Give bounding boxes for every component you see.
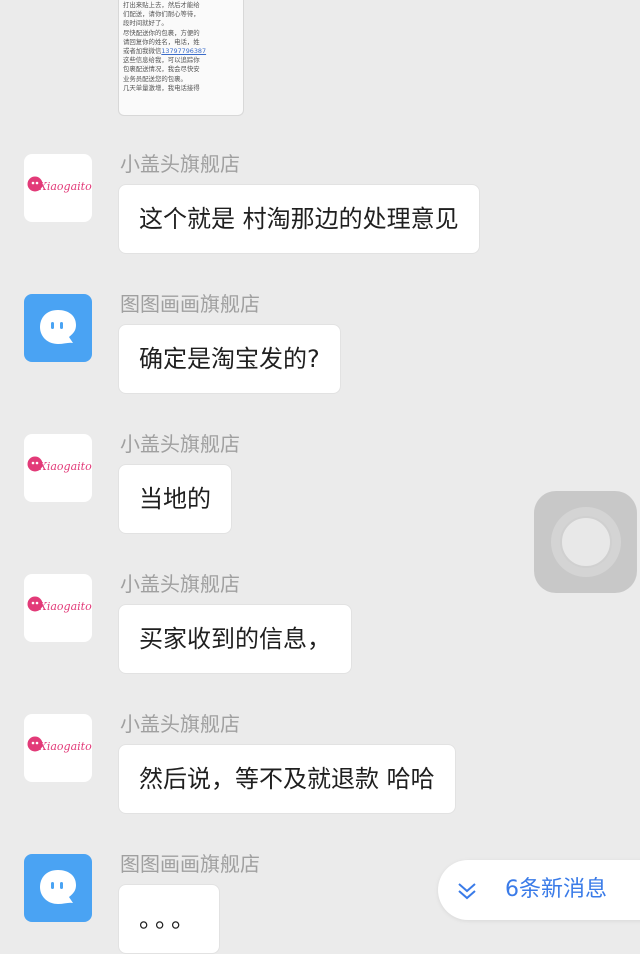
logo-text: Xiaogaitou (38, 600, 92, 613)
avatar[interactable]: Xiaogaitou (24, 574, 92, 642)
image-text-line: 或者加我微信13797796387 (123, 47, 239, 56)
image-text-line: 段时间就好了。 (123, 19, 168, 28)
sender-name: 图图画画旗舰店 (120, 852, 260, 876)
message-bubble[interactable]: 确定是淘宝发的? (118, 324, 341, 394)
chat-bubble-avatar-icon (40, 310, 76, 344)
logo-text: Xiaogaitou (38, 740, 92, 753)
image-text-line: 打出来贴上去，然后才能给 (123, 1, 200, 9)
sender-name: 小盖头旗舰店 (120, 152, 240, 176)
xiaogaitou-logo-icon: Xiaogaitou (27, 596, 92, 613)
avatar[interactable]: Xiaogaitou (24, 154, 92, 222)
shared-image-message[interactable]: 打出来贴上去，然后才能给 们配送，请你们耐心等待， 段时间就好了。 尽快配送你的… (118, 0, 244, 116)
new-messages-label: 6条新消息 (505, 877, 607, 902)
logo-text: Xiaogaitou (38, 180, 92, 193)
avatar[interactable] (24, 854, 92, 922)
assistive-touch-center (560, 516, 612, 568)
image-text-line: 包裹配送情况，我会尽快安 (123, 65, 200, 74)
avatar[interactable] (24, 294, 92, 362)
phone-link[interactable]: 13797796387 (161, 47, 206, 55)
image-text-line: 尽快配送你的包裹，方便的 (123, 28, 200, 37)
image-text-line: 请回复你的姓名，电话，姓 (123, 37, 200, 46)
assistive-touch-button[interactable] (534, 491, 637, 593)
message-bubble[interactable]: 买家收到的信息， (118, 604, 352, 674)
message-bubble[interactable]: 然后说，等不及就退款 哈哈 (118, 744, 456, 814)
message-bubble[interactable]: 这个就是 村淘那边的处理意见 (118, 184, 480, 254)
sender-name: 小盖头旗舰店 (120, 572, 240, 596)
image-text-line: 几天单量激增，我电话接得 (123, 83, 200, 92)
image-text-line: 业务员配送您的包裹。 (123, 74, 187, 83)
new-messages-button[interactable]: 6条新消息 (438, 860, 640, 920)
avatar[interactable]: Xiaogaitou (24, 434, 92, 502)
image-text-fragment: 或者加我微信 (123, 47, 162, 56)
sender-name: 小盖头旗舰店 (120, 432, 240, 456)
logo-text: Xiaogaitou (38, 460, 92, 473)
xiaogaitou-logo-icon: Xiaogaitou (27, 736, 92, 753)
sender-name: 图图画画旗舰店 (120, 292, 260, 316)
message-bubble[interactable]: 当地的 (118, 464, 232, 534)
chevron-down-icon (458, 883, 476, 900)
avatar[interactable]: Xiaogaitou (24, 714, 92, 782)
message-bubble[interactable]: 。。。 (118, 884, 220, 954)
xiaogaitou-logo-icon: Xiaogaitou (27, 456, 92, 473)
sender-name: 小盖头旗舰店 (120, 712, 240, 736)
chat-bubble-avatar-icon (40, 870, 76, 904)
xiaogaitou-logo-icon: Xiaogaitou (27, 176, 92, 193)
